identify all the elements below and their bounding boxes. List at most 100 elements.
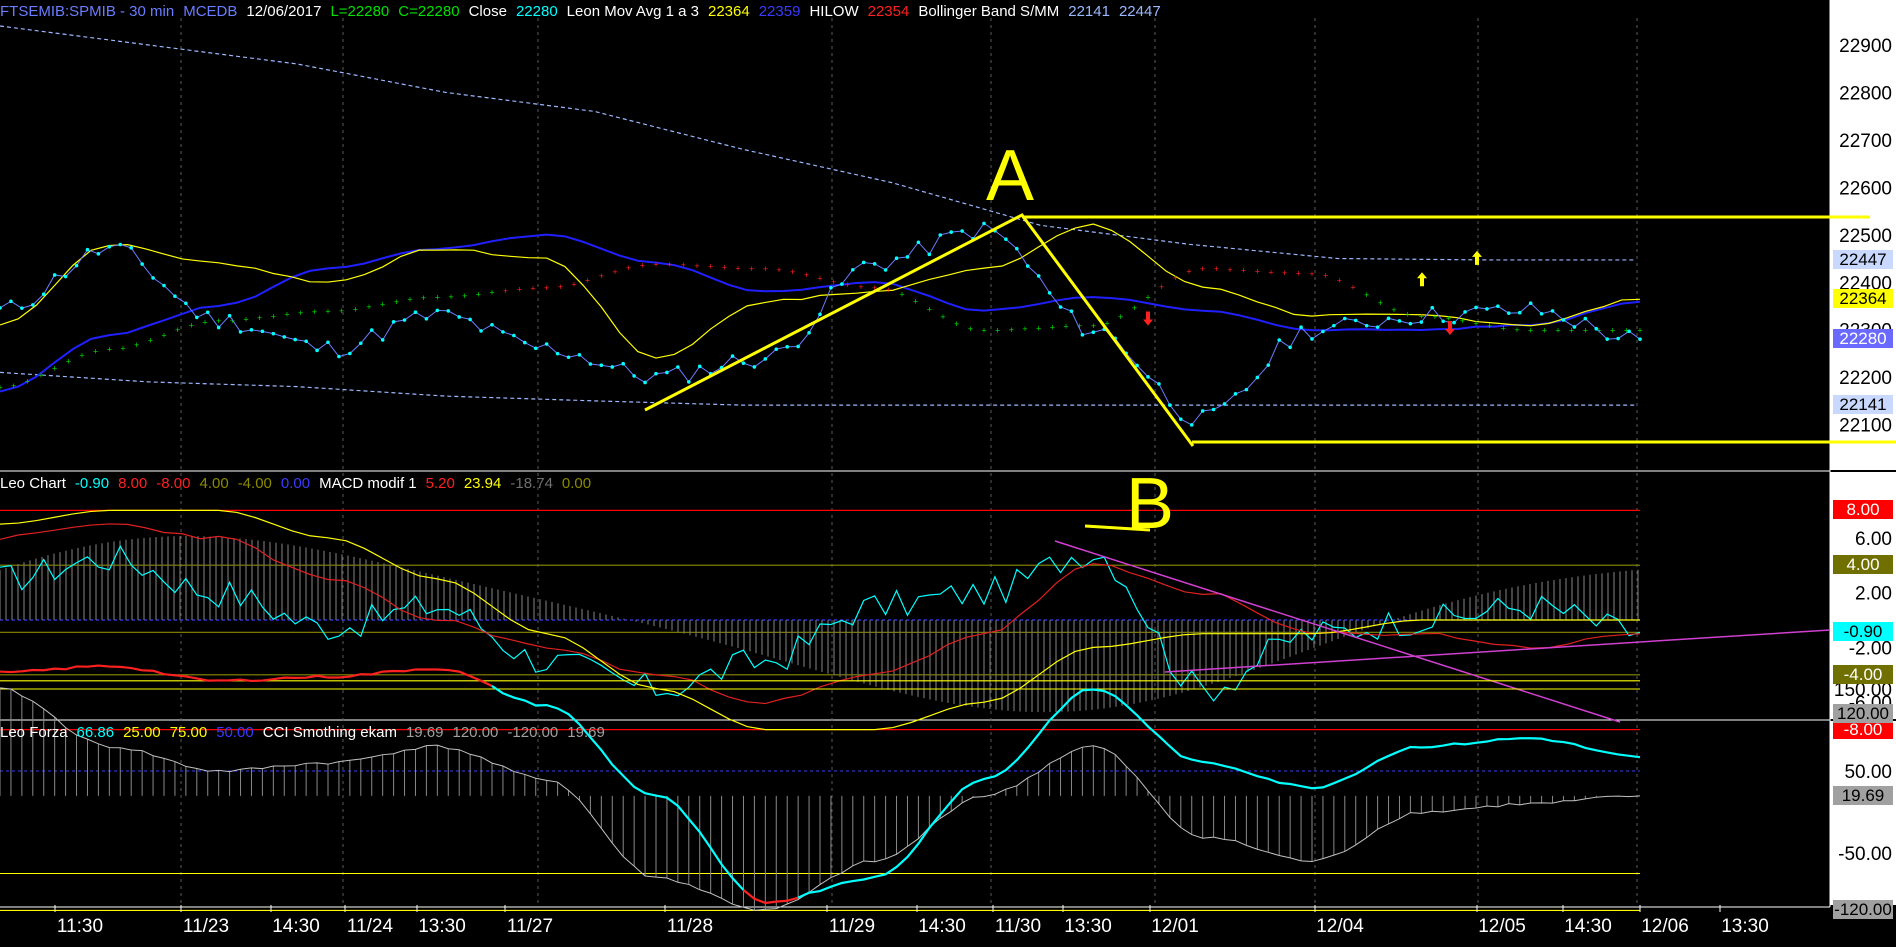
close-point (1080, 333, 1085, 337)
close-point (818, 312, 822, 317)
close-point (1441, 319, 1445, 324)
close-point (391, 320, 396, 324)
header-mid-item: -0.90 (74, 475, 110, 492)
hilow-marker: + (981, 326, 986, 336)
close-point (883, 268, 888, 272)
close-point (1036, 274, 1041, 278)
close-point (118, 242, 123, 247)
close-point (1025, 264, 1030, 268)
close-point (63, 274, 68, 279)
close-point (337, 354, 341, 359)
price-axis-label: 22500 (1839, 226, 1892, 247)
forza-axis-label: 50.00 (1844, 762, 1892, 783)
label-b: B (1126, 464, 1174, 544)
close-point (1419, 320, 1424, 324)
leo-axis-label: 2.00 (1855, 584, 1892, 605)
header-main-item: MCEDB (183, 3, 238, 20)
header-low-item: 75.00 (169, 724, 208, 741)
close-point (1211, 407, 1216, 412)
hilow-marker: + (38, 371, 43, 381)
hilow-marker: + (1009, 325, 1014, 335)
close-point (1343, 316, 1347, 321)
header-main-item: Leon Mov Avg 1 a 3 (566, 3, 699, 20)
hilow-marker: + (1118, 312, 1123, 322)
hilow-marker: + (1063, 322, 1068, 332)
close-point (872, 262, 877, 266)
hilow-marker: + (517, 284, 522, 294)
close-point (1168, 403, 1172, 407)
value-tag: 22364 (1833, 289, 1893, 309)
time-label: 13:30 (1721, 916, 1769, 937)
hilow-marker: + (1473, 319, 1478, 329)
header-low-item: 19.69 (567, 724, 605, 741)
close-point (894, 256, 899, 261)
close-point (402, 318, 407, 322)
close-point (173, 294, 177, 299)
close-point (643, 380, 647, 385)
hilow-marker: + (763, 264, 768, 274)
header-low-item: CCI Smothing ekam (262, 724, 397, 741)
hilow-marker: + (1501, 323, 1506, 333)
hilow-marker: + (776, 265, 781, 275)
header-mid-item: -8.00 (156, 475, 191, 492)
hilow-marker: + (1241, 266, 1246, 276)
close-point (1463, 310, 1467, 314)
header-mid-item: 4.00 (199, 475, 229, 492)
hilow-marker: + (653, 259, 658, 269)
close-point (1539, 311, 1544, 316)
close-point (1277, 338, 1281, 342)
hilow-marker: + (667, 259, 672, 269)
hilow-marker: + (1637, 326, 1642, 336)
time-label: 12/06 (1641, 916, 1689, 937)
value-tag: 120.00 (1833, 703, 1893, 723)
time-label: 12/01 (1151, 916, 1199, 937)
close-point (107, 244, 112, 249)
close-point (687, 380, 691, 384)
close-point (807, 330, 811, 335)
hilow-marker: + (1337, 275, 1342, 285)
time-label: 11/24 (347, 916, 394, 937)
value-tag: 4.00 (1833, 555, 1893, 575)
close-point (1550, 309, 1555, 313)
chart-canvas: + + + + + + + + + + + + + + + + + + + + + + + + + + + + + + + + + + + + + + + +… (0, 0, 1896, 947)
header-mid-item: MACD modif 1 (319, 475, 417, 492)
hilow-marker: + (1022, 324, 1027, 334)
header-mid-item: 8.00 (118, 475, 148, 492)
hilow-marker: + (462, 291, 467, 301)
hilow-marker: + (476, 289, 481, 299)
close-point (260, 329, 265, 334)
value-tag: 19.69 (1833, 785, 1893, 805)
close-point (1386, 316, 1391, 321)
header-main-item: Close (468, 3, 507, 20)
header-low-item: -120.00 (507, 724, 559, 741)
hilow-marker: + (954, 319, 959, 329)
hilow-marker: + (93, 346, 98, 356)
price-axis-label: 22800 (1839, 83, 1892, 104)
hilow-marker: + (1268, 267, 1273, 277)
time-label: 14:30 (272, 916, 320, 937)
hilow-marker: + (1350, 282, 1355, 292)
hilow-marker: + (927, 304, 932, 314)
header-mid-item: -18.74 (510, 475, 553, 492)
close-point (1047, 291, 1052, 295)
hilow-marker: + (503, 286, 508, 296)
hilow-marker: + (1091, 321, 1096, 331)
header-mid-item: 0.00 (561, 475, 592, 492)
close-point (1430, 305, 1435, 310)
value-tag: -0.90 (1833, 622, 1893, 642)
main-pane-header: FTSEMIB:SPMIB - 30 min MCEDB 12/06/2017 L=2… (0, 3, 1170, 20)
close-point (1561, 318, 1566, 322)
close-point (1299, 325, 1303, 330)
price-axis-label: 22700 (1839, 131, 1892, 152)
close-point (216, 325, 221, 330)
close-point (654, 371, 658, 376)
time-label: 11/29 (829, 916, 875, 937)
hilow-marker: + (845, 280, 850, 290)
close-point (1517, 310, 1522, 315)
axis-separator (1830, 470, 1896, 472)
hilow-marker: + (995, 325, 1000, 335)
header-main-item: 22280 (515, 3, 558, 20)
close-point (1310, 337, 1314, 341)
hilow-marker: + (804, 270, 809, 280)
close-point (840, 282, 844, 286)
